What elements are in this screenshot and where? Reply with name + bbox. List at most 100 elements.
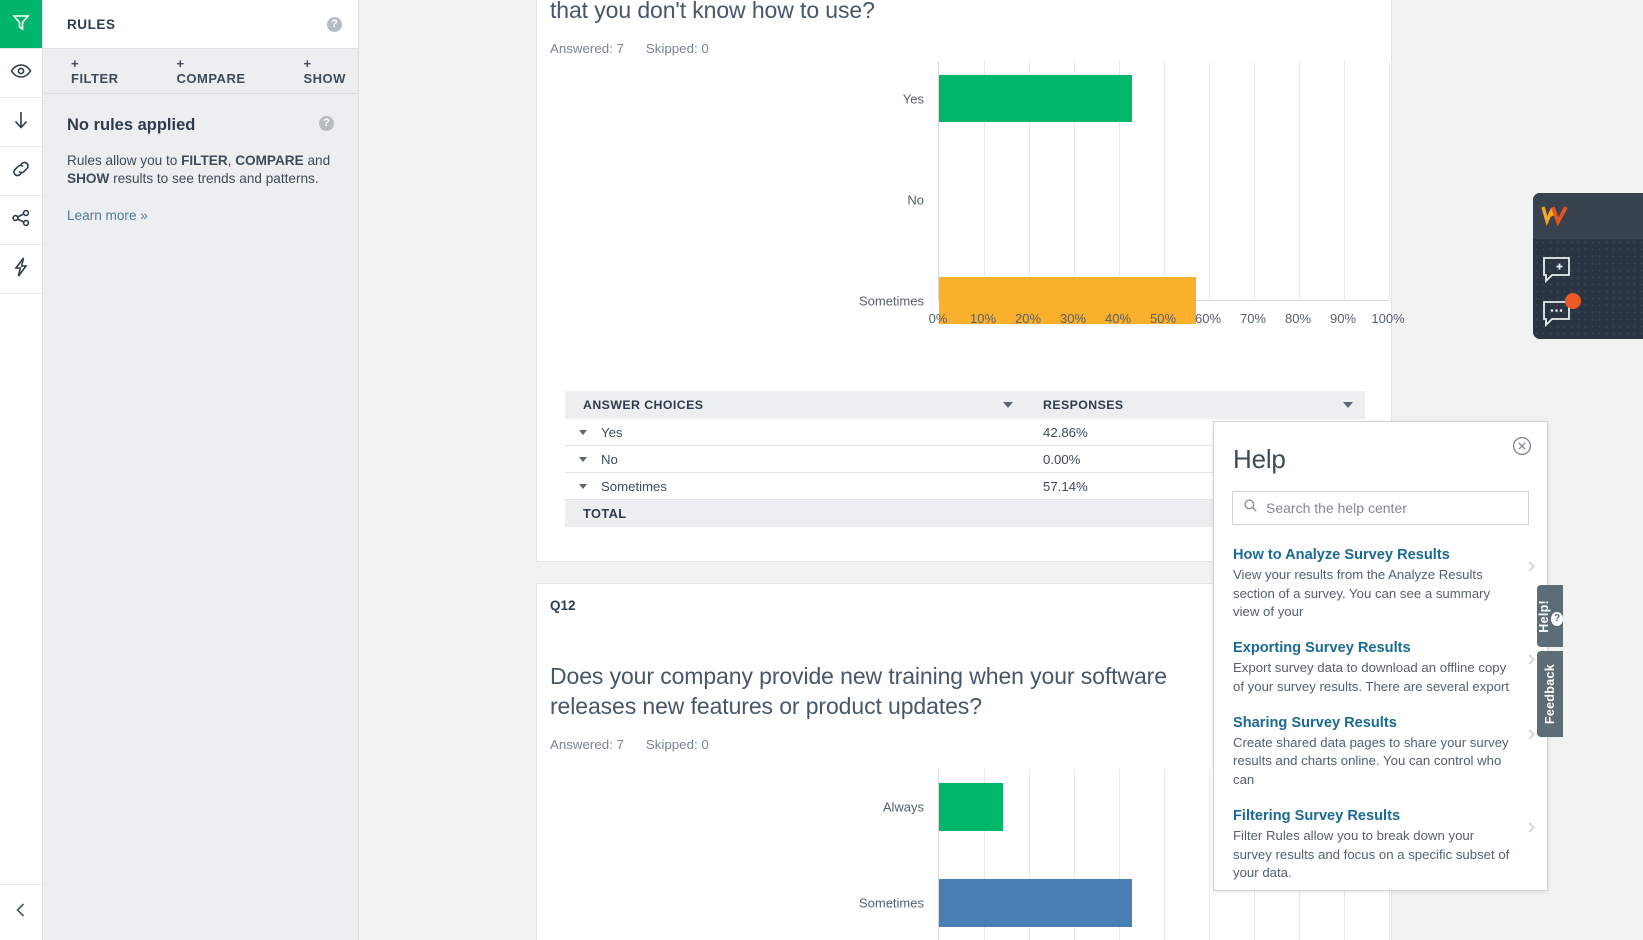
no-rules-help-icon[interactable]: ?: [319, 116, 334, 131]
help-side-tab-label: Help!: [1537, 599, 1551, 633]
x-tick-label: 80%: [1284, 311, 1312, 326]
rail-item-filter[interactable]: [0, 0, 42, 49]
rules-actions: + FILTER + COMPARE + SHOW: [43, 49, 358, 94]
row-choice-label: Yes: [601, 424, 623, 440]
help-panel: Help How to Analyze Survey Results View …: [1213, 421, 1548, 891]
expand-row-icon[interactable]: [579, 483, 587, 489]
rules-empty-header: No rules applied ?: [67, 116, 334, 136]
q11-meta: Answered: 7 Skipped: 0: [550, 41, 1230, 56]
help-article-list: How to Analyze Survey Results View your …: [1214, 539, 1547, 890]
w-logo-icon: [1541, 206, 1568, 227]
q12-title: Does your company provide new training w…: [550, 662, 1250, 752]
row-choice-label: No: [601, 451, 618, 467]
help-side-tab[interactable]: Help! ?: [1537, 585, 1563, 647]
gridline: [1164, 61, 1165, 301]
sort-responses-icon[interactable]: [1343, 402, 1353, 408]
help-article-title: How to Analyze Survey Results: [1233, 547, 1450, 563]
rules-help-icon[interactable]: ?: [327, 16, 342, 32]
table-header-responses[interactable]: RESPONSES: [1025, 396, 1365, 414]
x-tick-label: 40%: [1104, 311, 1132, 326]
rail-item-export[interactable]: [0, 98, 42, 147]
gridline: [1209, 769, 1210, 940]
bar-sometimes[interactable]: [939, 879, 1132, 927]
help-article-item[interactable]: Exporting Survey Results Export survey d…: [1214, 632, 1547, 706]
help-article-desc: Create shared data pages to share your s…: [1233, 734, 1509, 788]
category-label: Sometimes: [858, 293, 924, 308]
help-search-input[interactable]: [1266, 500, 1518, 516]
close-icon[interactable]: [1512, 436, 1532, 456]
category-label: Yes: [902, 91, 924, 106]
add-filter-button[interactable]: + FILTER: [57, 56, 133, 86]
x-tick-label: 100%: [1371, 311, 1405, 326]
help-article-desc: Export survey data to download an offlin…: [1233, 660, 1510, 694]
rail-item-share[interactable]: [0, 196, 42, 245]
feedback-side-tab-label: Feedback: [1543, 663, 1557, 725]
bar-always[interactable]: [939, 783, 1004, 831]
q11-answered: Answered: 7: [550, 40, 624, 56]
app-root: RULES ? + FILTER + COMPARE + SHOW No rul…: [0, 0, 1643, 940]
bar-yes[interactable]: [939, 75, 1132, 122]
rail-item-insights[interactable]: [0, 245, 42, 294]
help-article-item[interactable]: Sharing Survey Results Create shared dat…: [1214, 707, 1547, 800]
new-message-button[interactable]: [1541, 255, 1575, 290]
left-icon-rail: [0, 0, 43, 940]
x-tick-label: 50%: [1149, 311, 1177, 326]
feedback-side-tab[interactable]: Feedback: [1537, 651, 1563, 737]
chevron-right-icon: [1524, 729, 1535, 740]
rules-body: No rules applied ? Rules allow you to FI…: [43, 94, 358, 223]
th-responses-label: RESPONSES: [1043, 398, 1124, 412]
expand-row-icon[interactable]: [579, 429, 587, 435]
desc-seg-3: and: [303, 152, 331, 168]
help-article-item[interactable]: Filtering Survey Results Filter Rules al…: [1214, 800, 1547, 890]
q12-skipped: Skipped: 0: [645, 736, 709, 752]
help-article-item[interactable]: How to Analyze Survey Results View your …: [1214, 539, 1547, 632]
desc-bold-show: SHOW: [67, 171, 110, 187]
rules-header: RULES ?: [43, 0, 358, 49]
add-show-button[interactable]: + SHOW: [289, 56, 359, 86]
share-icon: [10, 207, 32, 234]
gridline: [1254, 61, 1255, 301]
rail-item-share-link[interactable]: [0, 147, 42, 196]
rules-description: Rules allow you to FILTER, COMPARE and S…: [67, 152, 334, 189]
gridline: [1209, 61, 1210, 301]
category-label: Always: [882, 799, 924, 815]
help-article-title: Filtering Survey Results: [1233, 807, 1401, 824]
chat-plus-icon: [1543, 257, 1570, 284]
rail-item-show[interactable]: [0, 49, 42, 98]
x-tick-label: 90%: [1329, 311, 1357, 326]
rail-spacer: [0, 294, 42, 884]
table-header-row: ANSWER CHOICES RESPONSES: [565, 391, 1365, 419]
messages-button[interactable]: [1541, 293, 1581, 334]
rail-collapse-button[interactable]: [0, 884, 42, 940]
table-header-answer-choices[interactable]: ANSWER CHOICES: [565, 396, 1025, 414]
question-mark-icon: ?: [1551, 611, 1563, 626]
chevron-right-icon: [1524, 822, 1535, 833]
chevron-right-icon: [1524, 561, 1535, 572]
q11-title: that you don't know how to use? Answered…: [550, 0, 1230, 56]
download-icon: [11, 109, 31, 136]
expand-row-icon[interactable]: [579, 456, 587, 462]
add-compare-button[interactable]: + COMPARE: [163, 56, 260, 86]
learn-more-link[interactable]: Learn more »: [67, 208, 334, 223]
q12-number: Q12: [550, 598, 576, 613]
q12-answered: Answered: 7: [550, 736, 624, 752]
eye-icon: [10, 61, 32, 86]
category-label: No: [907, 192, 924, 207]
unread-badge-dot: [1565, 293, 1581, 309]
help-article-desc: Filter Rules allow you to break down you…: [1233, 827, 1510, 881]
category-label: Sometimes: [858, 895, 924, 911]
chevron-right-icon: [1524, 654, 1535, 665]
help-search-box[interactable]: [1232, 491, 1529, 525]
lightning-icon: [11, 256, 31, 283]
x-tick-label: 60%: [1194, 311, 1222, 326]
gridline: [1344, 61, 1345, 301]
brand-logo: [1533, 193, 1643, 239]
row-choice-cell: No: [565, 452, 1025, 467]
total-cell: TOTAL: [565, 505, 1025, 523]
total-label: TOTAL: [583, 505, 627, 521]
row-choice-label: Sometimes: [601, 478, 667, 494]
gridline: [1299, 61, 1300, 301]
sort-answer-choices-icon[interactable]: [1003, 402, 1013, 408]
th-answer-choices-label: ANSWER CHOICES: [583, 398, 704, 412]
help-article-title: Sharing Survey Results: [1233, 714, 1397, 731]
